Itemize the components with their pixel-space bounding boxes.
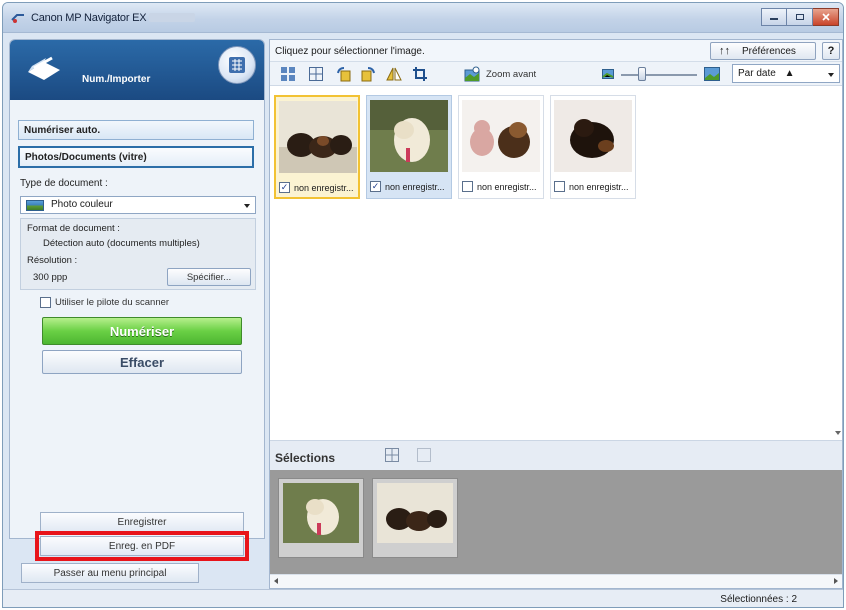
scan-button[interactable]: Numériser [42,317,242,345]
main-panel: Cliquez pour sélectionner l'image. ↑↑ Pr… [269,39,843,589]
zoom-label: Zoom avant [486,69,537,80]
thumbnail-item[interactable]: non enregistr... [550,95,636,199]
zoom-icon[interactable] [464,66,480,82]
scroll-left-icon[interactable] [274,578,278,584]
mode-title: Num./Importer [82,74,151,85]
preferences-label: Préférences [742,45,796,57]
scanner-icon [28,56,60,80]
doc-type-value: Photo couleur [51,199,113,210]
thumbnail-area: ✓ non enregistr... ✓ non enregistr... no… [270,87,836,439]
resolution-value: 300 ppp [33,272,68,283]
main-menu-button[interactable]: Passer au menu principal [21,563,199,583]
photo-icon [26,200,44,211]
doc-type-label: Type de document : [20,178,108,189]
scroll-down-icon[interactable] [835,431,841,435]
resolution-label: Résolution : [27,255,78,266]
crop-icon[interactable] [412,66,428,82]
photo-thumbnail [370,100,448,172]
thumbnail-caption: non enregistr... [462,181,537,192]
minimize-icon[interactable] [761,8,787,26]
sidebar-item-photos-documents[interactable]: Photos/Documents (vitre) [18,146,254,168]
selections-header: Sélections [270,440,842,470]
preferences-icon: ↑↑ [719,45,730,57]
rotate-left-icon[interactable] [336,66,352,82]
single-view-icon[interactable] [416,447,432,463]
vertical-scrollbar[interactable] [834,87,842,439]
grid-view-icon[interactable] [384,447,400,463]
checkbox-icon[interactable] [462,181,473,192]
hint-text: Cliquez pour sélectionner l'image. [275,46,425,57]
status-bar: Sélectionnées : 2 [3,589,843,607]
thumbnail-item[interactable]: non enregistr... [458,95,544,199]
horizontal-scrollbar[interactable] [270,574,842,588]
restore-icon[interactable] [787,8,813,26]
mirror-icon[interactable] [386,66,402,82]
document-settings: Format de document : Détection auto (doc… [20,218,256,290]
caption-text: non enregistr... [569,181,629,192]
caption-text: non enregistr... [294,182,354,193]
sort-ascending-icon: ▲ [784,68,795,79]
preferences-button[interactable]: ↑↑ Préférences [710,42,816,60]
selections-area [270,470,842,574]
thumbnail-item[interactable]: ✓ non enregistr... [274,95,360,199]
photo-thumbnail [554,100,632,172]
sort-value: Par date [738,68,776,79]
checkbox-icon [40,297,51,308]
toolbar: Zoom avant Par date ▲ [270,62,842,86]
zoom-slider[interactable] [621,74,697,76]
photo-thumbnail [377,483,453,543]
selections-title: Sélections [275,451,336,465]
selected-thumbnail[interactable] [372,478,458,558]
mode-header: Num./Importer [10,40,264,100]
save-button[interactable]: Enregistrer [40,512,244,532]
small-image-icon [600,66,616,82]
caption-text: non enregistr... [385,181,445,192]
scroll-right-icon[interactable] [834,578,838,584]
caption-text: non enregistr... [477,181,537,192]
window-title: Canon MP Navigator EX [31,12,147,24]
specify-button[interactable]: Spécifier... [167,268,251,286]
checkbox-icon[interactable]: ✓ [370,181,381,192]
thumbnail-caption: non enregistr... [554,181,629,192]
thumbnail-item[interactable]: ✓ non enregistr... [366,95,452,199]
doc-type-select[interactable]: Photo couleur [20,196,256,214]
photo-thumbnail [462,100,540,172]
photo-thumbnail [279,101,357,173]
help-button[interactable]: ? [822,42,840,60]
selected-count: Sélectionnées : 2 [720,594,797,605]
checkbox-icon[interactable]: ✓ [279,182,290,193]
app-icon [11,14,24,23]
window-controls [761,8,839,26]
highlight-box [35,531,249,561]
checkbox-icon[interactable] [554,181,565,192]
thumbnail-view-icon[interactable] [280,66,296,82]
mode-panel: Num./Importer Numériser auto. Photos/Doc… [9,39,265,561]
chevron-down-icon [828,73,834,77]
grid-view-icon[interactable] [308,66,324,82]
selected-thumbnail[interactable] [278,478,364,558]
doc-format-label: Format de document : [27,223,120,234]
doc-format-value: Détection auto (documents multiples) [43,238,200,249]
use-driver-label: Utiliser le pilote du scanner [55,297,170,308]
zoom-slider-thumb[interactable] [638,67,647,81]
app-window: Canon MP Navigator EX Num./Importer Numé… [2,2,844,608]
large-image-icon [704,66,720,82]
title-extra [149,13,195,22]
mode-switch-icon[interactable] [218,46,256,84]
left-panel: Num./Importer Numériser auto. Photos/Doc… [9,39,265,589]
hint-bar: Cliquez pour sélectionner l'image. ↑↑ Pr… [270,40,842,62]
thumbnail-caption: ✓ non enregistr... [279,182,354,193]
sidebar-item-auto-scan[interactable]: Numériser auto. [18,120,254,140]
thumbnail-caption: ✓ non enregistr... [370,181,445,192]
rotate-right-icon[interactable] [360,66,376,82]
use-driver-checkbox[interactable]: Utiliser le pilote du scanner [40,297,169,308]
title-bar: Canon MP Navigator EX [3,3,843,33]
photo-thumbnail [283,483,359,543]
sort-select[interactable]: Par date ▲ [732,64,840,83]
close-icon[interactable] [813,8,839,26]
clear-button[interactable]: Effacer [42,350,242,374]
chevron-down-icon [244,204,250,208]
